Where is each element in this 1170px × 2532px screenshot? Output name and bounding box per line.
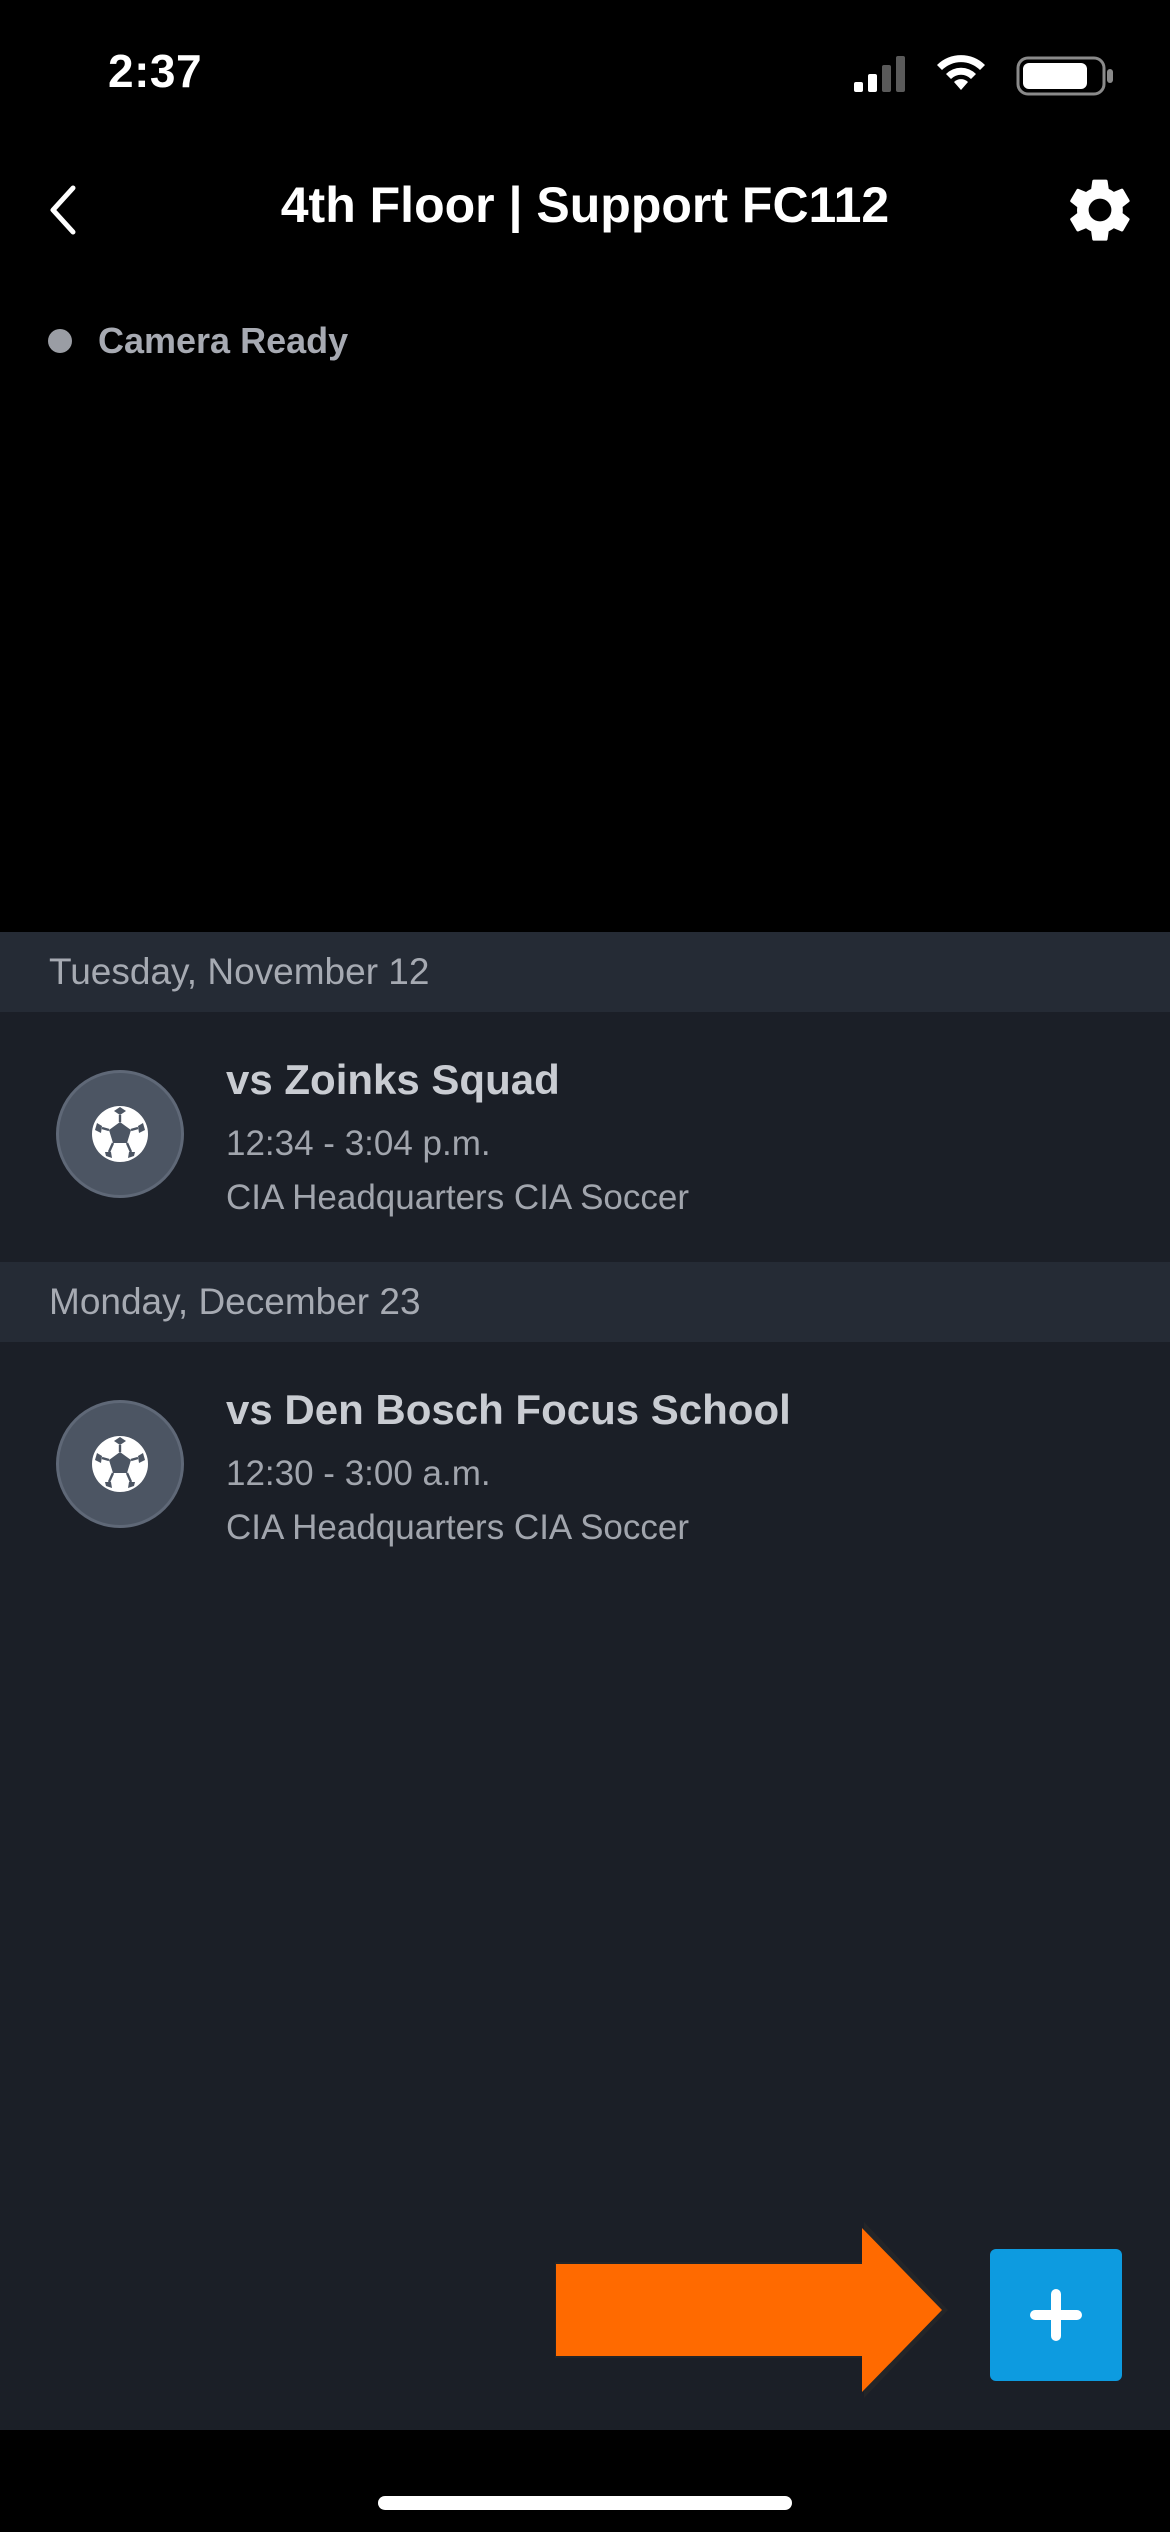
event-location: CIA Headquarters CIA Soccer — [226, 1508, 689, 1547]
app-screen: 2:37 4th Floor | Support FC112 Camera Re… — [0, 0, 1170, 2532]
battery-icon — [1016, 56, 1113, 96]
event-time: 12:30 - 3:00 a.m. — [226, 1454, 491, 1493]
event-avatar — [56, 1070, 184, 1198]
status-icons — [776, 52, 1116, 98]
date-header: Monday, December 23 — [0, 1262, 1170, 1342]
page-title: 4th Floor | Support FC112 — [280, 177, 890, 233]
add-event-button[interactable] — [990, 2249, 1122, 2381]
annotation-arrow-icon — [555, 2222, 948, 2398]
event-title: vs Zoinks Squad — [226, 1056, 560, 1103]
camera-status-text: Camera Ready — [98, 320, 349, 361]
status-time: 2:37 — [108, 45, 203, 97]
date-header: Tuesday, November 12 — [0, 932, 1170, 1012]
event-row-zoinks-squad[interactable]: vs Zoinks Squad 12:34 - 3:04 p.m. CIA He… — [0, 1012, 1170, 1262]
camera-status: Camera Ready — [48, 320, 348, 362]
soccer-ball-icon — [92, 1106, 148, 1162]
event-time: 12:34 - 3:04 p.m. — [226, 1124, 491, 1163]
wifi-icon — [937, 55, 985, 90]
camera-status-dot — [48, 329, 72, 353]
event-location: CIA Headquarters CIA Soccer — [226, 1178, 689, 1217]
camera-preview[interactable]: Camera Ready — [0, 270, 1170, 932]
cellular-signal-icon — [854, 56, 905, 92]
event-avatar — [56, 1400, 184, 1528]
gear-icon — [1070, 179, 1130, 241]
event-title: vs Den Bosch Focus School — [226, 1386, 791, 1433]
event-row-den-bosch-focus-school[interactable]: vs Den Bosch Focus School 12:30 - 3:00 a… — [0, 1342, 1170, 1592]
bottom-bar — [0, 2430, 1170, 2532]
plus-icon — [1030, 2289, 1082, 2341]
status-bar: 2:37 — [0, 0, 1170, 150]
settings-button[interactable] — [1062, 172, 1138, 248]
event-list: Tuesday, November 12 vs Zoinks Squad 12:… — [0, 932, 1170, 2430]
header: 4th Floor | Support FC112 — [0, 150, 1170, 270]
home-indicator[interactable] — [378, 2496, 792, 2510]
soccer-ball-icon — [92, 1436, 148, 1492]
